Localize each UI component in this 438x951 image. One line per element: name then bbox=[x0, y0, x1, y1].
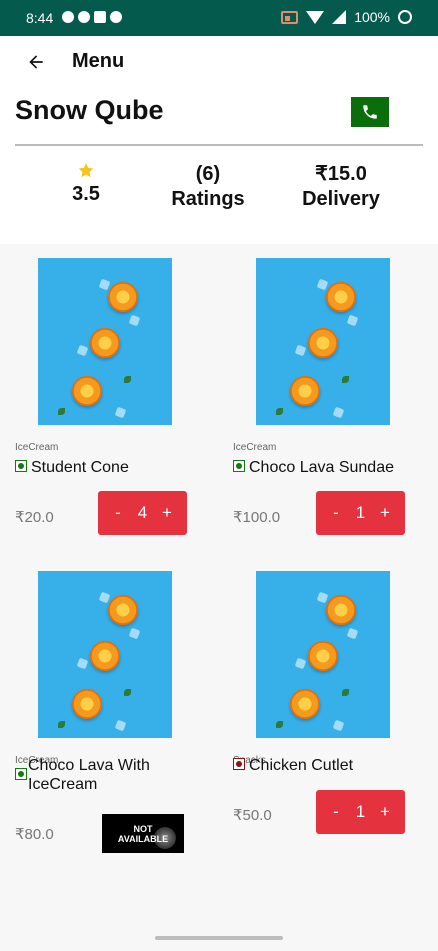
decrease-button[interactable]: - bbox=[326, 802, 346, 822]
rating-value: 3.5 bbox=[72, 183, 100, 205]
page-title: Menu bbox=[72, 50, 125, 72]
item-price: ₹20.0 bbox=[15, 509, 54, 526]
increase-button[interactable]: + bbox=[375, 503, 395, 523]
call-button[interactable] bbox=[351, 97, 389, 127]
decrease-button[interactable]: - bbox=[108, 503, 128, 523]
restaurant-header: Menu Snow Qube 3.5 (6) Ratings ₹15.0 Del… bbox=[0, 36, 438, 244]
battery-icon bbox=[398, 10, 412, 24]
ratings-count: (6) bbox=[195, 163, 221, 185]
veg-icon bbox=[15, 768, 27, 780]
item-name: Student Cone bbox=[31, 459, 129, 476]
system-icons: 100% bbox=[281, 9, 412, 25]
ratings-count-stat: (6) Ratings bbox=[158, 162, 258, 212]
not-available-badge: NOT AVAILABLE bbox=[102, 814, 184, 853]
quantity-value: 1 bbox=[355, 503, 366, 522]
home-indicator[interactable] bbox=[155, 936, 283, 940]
increase-button[interactable]: + bbox=[375, 802, 395, 822]
increase-button[interactable]: + bbox=[157, 503, 177, 523]
status-time: 8:44 bbox=[26, 10, 54, 26]
whatsapp-icon bbox=[78, 11, 90, 23]
cast-icon bbox=[281, 10, 299, 24]
quantity-stepper: - 1 + bbox=[316, 790, 405, 834]
item-name: Chicken Cutlet bbox=[249, 757, 354, 774]
item-price: ₹50.0 bbox=[233, 807, 272, 824]
item-image bbox=[38, 571, 172, 738]
phone-icon bbox=[363, 105, 377, 119]
item-image bbox=[256, 571, 390, 738]
battery-percent: 100% bbox=[354, 9, 390, 25]
non-veg-icon bbox=[233, 758, 245, 770]
item-name: Choco Lava With IceCream bbox=[28, 757, 150, 793]
item-price: ₹100.0 bbox=[233, 509, 281, 526]
item-price: ₹80.0 bbox=[15, 826, 54, 843]
notification-icons bbox=[62, 11, 122, 23]
divider bbox=[15, 144, 423, 146]
status-bar: 8:44 100% bbox=[0, 0, 438, 36]
quantity-stepper: - 1 + bbox=[316, 491, 405, 535]
item-image bbox=[256, 258, 390, 425]
rating-stat: 3.5 bbox=[56, 162, 116, 207]
delivery-fee: ₹15.0 bbox=[315, 163, 367, 185]
veg-icon bbox=[233, 460, 245, 472]
decrease-button[interactable]: - bbox=[326, 503, 346, 523]
ratings-label: Ratings bbox=[171, 188, 245, 210]
quantity-stepper: - 4 + bbox=[98, 491, 187, 535]
signal-icon bbox=[332, 10, 347, 24]
quantity-value: 1 bbox=[355, 802, 366, 821]
record-icon bbox=[110, 11, 122, 23]
star-icon bbox=[78, 163, 94, 178]
veg-icon bbox=[15, 460, 27, 472]
wifi-icon bbox=[306, 10, 325, 24]
item-image bbox=[38, 258, 172, 425]
arrow-left-icon[interactable] bbox=[26, 52, 46, 72]
item-name: Choco Lava Sundae bbox=[249, 459, 394, 476]
item-category: IceCream bbox=[15, 442, 59, 453]
delivery-label: Delivery bbox=[302, 188, 380, 210]
notification-icon bbox=[62, 11, 74, 23]
gmail-icon bbox=[94, 11, 106, 23]
item-category: IceCream bbox=[233, 442, 277, 453]
quantity-value: 4 bbox=[137, 503, 148, 522]
restaurant-name: Snow Qube bbox=[15, 95, 164, 125]
delivery-stat: ₹15.0 Delivery bbox=[286, 162, 396, 212]
